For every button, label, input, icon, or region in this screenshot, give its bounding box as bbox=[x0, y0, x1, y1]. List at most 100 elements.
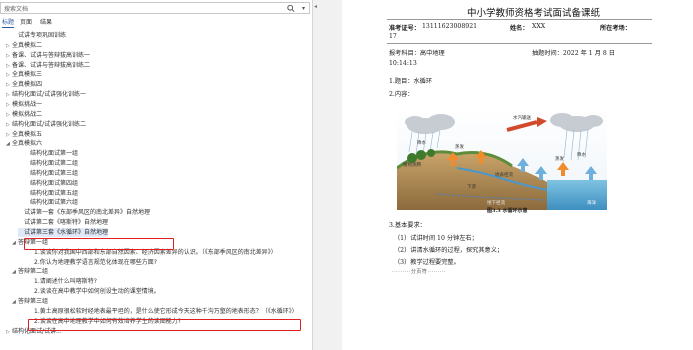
navigation-pane: 搜索文档 ▾ 标题 页面 结果 试讲专项巩固训练 ▷ 全真模拟二 ▷ 备课、试讲与答辩拔… bbox=[0, 0, 312, 350]
outline-item[interactable]: 试讲第二套《喀斯特》自然地理 bbox=[18, 218, 108, 227]
highlight-box-defense-question bbox=[28, 319, 301, 331]
highlight-box-topic bbox=[24, 238, 174, 250]
nav-tabs: 标题 页面 结果 bbox=[0, 18, 312, 28]
outline-item[interactable]: 结构化面试第一组 bbox=[24, 149, 78, 158]
outline-item[interactable]: ▷ 全真模拟二 bbox=[6, 41, 42, 50]
outline-item[interactable]: ▷ 备课、试讲与答辩拔高训练一 bbox=[6, 51, 90, 60]
heading-outline: 试讲专项巩固训练 ▷ 全真模拟二 ▷ 备课、试讲与答辩拔高训练一 ▷ 备课、试讲与答辩拔高训… bbox=[0, 31, 312, 349]
fig-label-surface-runoff: 地表径流 bbox=[495, 171, 513, 178]
exam-id-continued: 17 bbox=[389, 33, 397, 40]
page-break-label: 分页符 bbox=[410, 269, 428, 275]
outline-item-label: 模拟挑战一 bbox=[12, 100, 43, 108]
requirements-heading: 3.基本要求： bbox=[389, 222, 426, 229]
outline-item[interactable]: 结构化面试第三组 bbox=[24, 169, 78, 178]
tab-pages[interactable]: 页面 bbox=[20, 18, 32, 27]
outline-item-label: 结构化面试/试讲强化训练一 bbox=[12, 91, 87, 99]
outline-item-label: 试讲第三套《水循环》自然地理 bbox=[24, 229, 109, 236]
water-cycle-figure: 水汽输送 降水 降水 蒸发 植物蒸腾 地表径流 下渗 地下径流 海洋 蒸发 bbox=[397, 108, 607, 210]
outline-item-label: 2.谈谈在高中教学中如何创设生动的课堂情境。 bbox=[34, 288, 160, 296]
outline-item-label: 试讲第一套《东部季风区的南北差异》自然地理 bbox=[24, 209, 151, 217]
outline-item-label: 结构化面试第一组 bbox=[30, 150, 79, 158]
outline-item[interactable]: 结构化面试第二组 bbox=[24, 159, 78, 168]
outline-item-label: 结构化面试/试讲强化训练二 bbox=[12, 120, 87, 128]
outline-item-label: 结构化面试第三组 bbox=[30, 169, 79, 177]
search-input[interactable]: 搜索文档 ▾ bbox=[0, 2, 310, 14]
subject-line: 报考科目：高中地理 bbox=[389, 50, 445, 57]
header-rule bbox=[387, 43, 652, 44]
outline-item[interactable]: 结构化面试第四组 bbox=[24, 179, 78, 188]
outline-item[interactable]: 1.黄土高原很松软时经地表最平坦的，是什么使它形成今天这种千沟万壑的地表形态？（… bbox=[28, 307, 298, 316]
outline-item[interactable]: ▷ 模拟挑战一 bbox=[6, 100, 42, 109]
outline-item-label: 全真模拟五 bbox=[12, 130, 43, 138]
outline-item-label: 备课、试讲与答辩拔高训练一 bbox=[12, 51, 91, 59]
tab-headings[interactable]: 标题 bbox=[2, 18, 15, 28]
outline-item[interactable]: 结构化面试第五组 bbox=[24, 189, 78, 198]
outline-item-label: 模拟挑战二 bbox=[12, 110, 43, 118]
exam-id-value: 13111623008921 bbox=[422, 23, 478, 30]
outline-item-label: 全真模拟六 bbox=[12, 140, 43, 148]
outline-item-label: 结构化面试第六组 bbox=[30, 199, 79, 207]
pane-splitter[interactable]: ◂ bbox=[312, 0, 342, 350]
search-icon[interactable] bbox=[287, 4, 295, 13]
outline-item-label: 答辩第三组 bbox=[18, 297, 49, 305]
fig-label-precipitation-sea: 降水 bbox=[577, 151, 586, 158]
draw-time-continued: 10:14:13 bbox=[389, 60, 417, 67]
outline-item[interactable]: ▷ 模拟挑战二 bbox=[6, 110, 42, 119]
exam-id-label: 准考证号： bbox=[389, 25, 420, 32]
outline-item-label: 2.你认为地理教学语言规范化体现在哪些方面? bbox=[34, 258, 157, 266]
outline-item-label: 结构化面试第五组 bbox=[30, 189, 79, 197]
outline-item-label: 1.黄土高原很松软时经地表最平坦的，是什么使它形成今天这种千沟万壑的地表形态？（… bbox=[34, 307, 298, 315]
outline-item-label: 备课、试讲与答辩拔高训练二 bbox=[12, 61, 91, 69]
outline-item-label: 答辩第二组 bbox=[18, 268, 49, 276]
fig-label-precipitation-land: 降水 bbox=[417, 139, 426, 146]
fig-label-ocean: 海洋 bbox=[587, 199, 596, 206]
outline-item[interactable]: 试讲第三套《水循环》自然地理 bbox=[18, 228, 109, 237]
tab-results[interactable]: 结果 bbox=[40, 18, 52, 27]
outline-item[interactable]: ▷ 全真模拟四 bbox=[6, 80, 42, 89]
outline-item[interactable]: 试讲专项巩固训练 bbox=[12, 31, 66, 40]
outline-item-label: 1.请阐述什么叫喀斯特? bbox=[34, 278, 97, 286]
exam-room-label: 所在考场： bbox=[600, 25, 631, 32]
outline-item-label: 结构化面试第四组 bbox=[30, 179, 79, 187]
outline-item[interactable]: 试讲第一套《东部季风区的南北差异》自然地理 bbox=[18, 208, 150, 217]
page-break-marker: ·········分页符········· bbox=[392, 269, 447, 275]
title-rule bbox=[387, 19, 652, 20]
outline-item[interactable]: ▷ 全真模拟三 bbox=[6, 70, 42, 79]
outline-item-label: 试讲专项巩固训练 bbox=[18, 32, 67, 39]
outline-item[interactable]: ◢ 答辩第二组 bbox=[12, 267, 48, 276]
draw-time: 抽题时间：2022 年 1 月 8 日 bbox=[532, 50, 615, 57]
document-title: 中小学教师资格考试面试备课纸 bbox=[467, 8, 601, 19]
figure-caption: 图3.3 水循环示意 bbox=[487, 208, 528, 214]
document-page: 中小学教师资格考试面试备课纸 准考证号： 13111623008921 姓名： … bbox=[342, 0, 693, 350]
outline-item-label: 全真模拟四 bbox=[12, 81, 43, 89]
name-value: XXX bbox=[532, 23, 546, 30]
outline-item[interactable]: 2.你认为地理教学语言规范化体现在哪些方面? bbox=[28, 258, 157, 267]
requirement-1: （1）试讲时间 10 分钟左右； bbox=[394, 235, 478, 242]
outline-item[interactable]: ▷ 结构化面试/试讲强化训练一 bbox=[6, 90, 86, 99]
question-content: 2.内容： bbox=[389, 91, 414, 98]
fig-label-infiltration: 下渗 bbox=[467, 183, 476, 190]
search-placeholder: 搜索文档 bbox=[4, 6, 29, 13]
outline-item[interactable]: ▷ 结构化面试/试讲强化训练二 bbox=[6, 120, 86, 129]
fig-label-vapor-transport: 水汽输送 bbox=[513, 114, 531, 121]
requirement-3: （3）教学过程要完整。 bbox=[394, 259, 460, 266]
outline-item-label: 全真模拟三 bbox=[12, 71, 43, 79]
question-topic: 1.题目：水循环 bbox=[389, 78, 433, 85]
fig-label-transpiration: 植物蒸腾 bbox=[403, 161, 421, 168]
outline-item-label: 结构化面试第二组 bbox=[30, 160, 79, 168]
requirement-2: （2）讲清水循环的过程，探究其意义； bbox=[394, 247, 504, 254]
outline-item[interactable]: 1.请阐述什么叫喀斯特? bbox=[28, 277, 97, 286]
outline-item[interactable]: ▷ 全真模拟五 bbox=[6, 130, 42, 139]
outline-item[interactable]: ▷ 备课、试讲与答辩拔高训练二 bbox=[6, 61, 90, 70]
outline-item[interactable]: 2.谈谈在高中教学中如何创设生动的课堂情境。 bbox=[28, 287, 160, 296]
collapse-arrow-icon[interactable]: ◂ bbox=[314, 3, 317, 10]
search-options-dropdown-icon[interactable]: ▾ bbox=[302, 4, 305, 13]
name-label: 姓名： bbox=[510, 25, 529, 32]
outline-item[interactable]: ◢ 全真模拟六 bbox=[6, 139, 42, 148]
fig-label-groundwater: 地下径流 bbox=[487, 199, 505, 206]
fig-label-evaporation-sea: 蒸发 bbox=[555, 155, 564, 162]
outline-item-label: 试讲第二套《喀斯特》自然地理 bbox=[24, 219, 109, 227]
outline-item[interactable]: ◢ 答辩第三组 bbox=[12, 297, 48, 306]
outline-item[interactable]: 结构化面试第六组 bbox=[24, 198, 78, 207]
outline-item-label: 全真模拟二 bbox=[12, 41, 43, 49]
